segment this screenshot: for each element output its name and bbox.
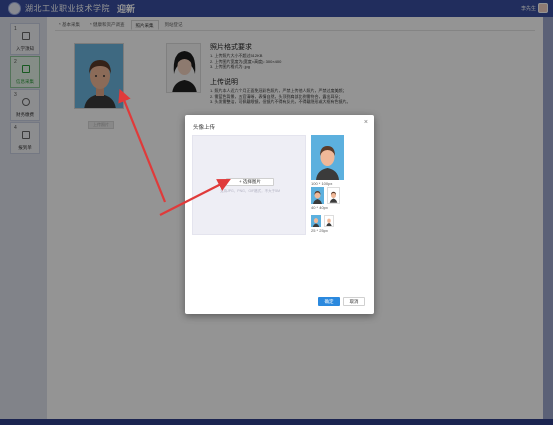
preview-small (311, 215, 321, 227)
avatar-male-icon (329, 191, 338, 203)
dialog-title: 头像上传 (193, 125, 216, 131)
cancel-button[interactable]: 取消 (343, 297, 365, 306)
preview-size-label: 100 * 100px (311, 181, 333, 186)
avatar-male-icon (316, 146, 339, 180)
preview-large (311, 135, 344, 180)
avatar-male-icon (326, 218, 332, 226)
preview-small-round (324, 215, 334, 227)
preview-medium (311, 187, 324, 204)
avatar-male-icon (312, 218, 320, 227)
preview-size-label: 25 * 25px (311, 228, 328, 233)
close-icon[interactable]: × (364, 119, 368, 126)
confirm-button[interactable]: 确定 (318, 297, 340, 306)
upload-drop-zone[interactable]: + 选择图片 支持JPG、PNG、GIF格式，不大于5M (192, 135, 306, 235)
avatar-upload-dialog: 头像上传 × + 选择图片 支持JPG、PNG、GIF格式，不大于5M 100 … (185, 115, 374, 314)
preview-medium-round (327, 187, 340, 204)
upload-hint: 支持JPG、PNG、GIF格式，不大于5M (219, 189, 281, 193)
select-image-button[interactable]: + 选择图片 (226, 178, 274, 186)
preview-size-label: 40 * 40px (311, 205, 328, 210)
avatar-male-icon (313, 191, 322, 204)
